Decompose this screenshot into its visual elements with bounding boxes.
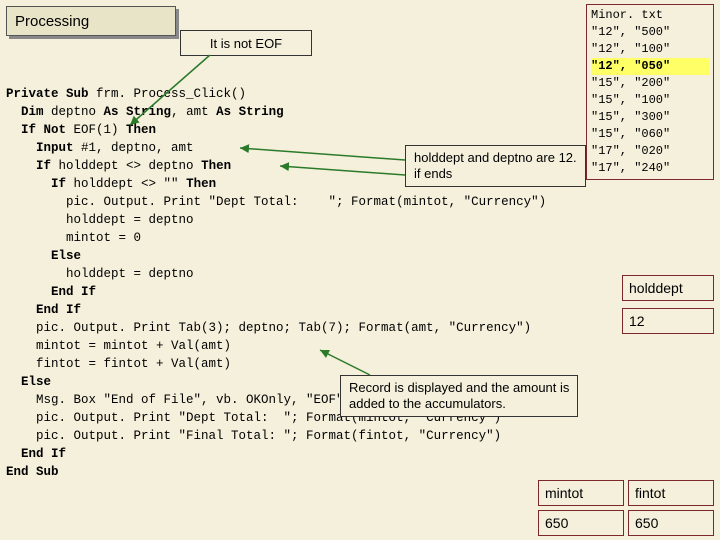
eof-text: It is not EOF [210, 36, 282, 51]
annotation2-line2: added to the accumulators. [349, 396, 506, 411]
minor-file-box: Minor. txt"12", "500""12", "100""12", "0… [586, 4, 714, 180]
annotation1-line2: if ends [414, 166, 452, 181]
mintot-value-box: 650 [538, 510, 624, 536]
title-box: Processing [6, 6, 176, 36]
holddept-value-box: 12 [622, 308, 714, 334]
fintot-value-box: 650 [628, 510, 714, 536]
annotation1-line1: holddept and deptno are 12. [414, 150, 577, 165]
title-text: Processing [15, 13, 89, 30]
holddept-label-box: holddept [622, 275, 714, 301]
annotation-record-displayed: Record is displayed and the amount is ad… [340, 375, 578, 417]
holddept-label: holddept [629, 280, 683, 296]
annotation2-line1: Record is displayed and the amount is [349, 380, 569, 395]
holddept-value: 12 [629, 313, 645, 329]
annotation-holddept-deptno: holddept and deptno are 12. if ends [405, 145, 586, 187]
mintot-label: mintot [545, 485, 583, 501]
fintot-value: 650 [635, 515, 658, 531]
mintot-value: 650 [545, 515, 568, 531]
eof-annotation: It is not EOF [180, 30, 312, 56]
fintot-label-box: fintot [628, 480, 714, 506]
fintot-label: fintot [635, 485, 665, 501]
mintot-label-box: mintot [538, 480, 624, 506]
